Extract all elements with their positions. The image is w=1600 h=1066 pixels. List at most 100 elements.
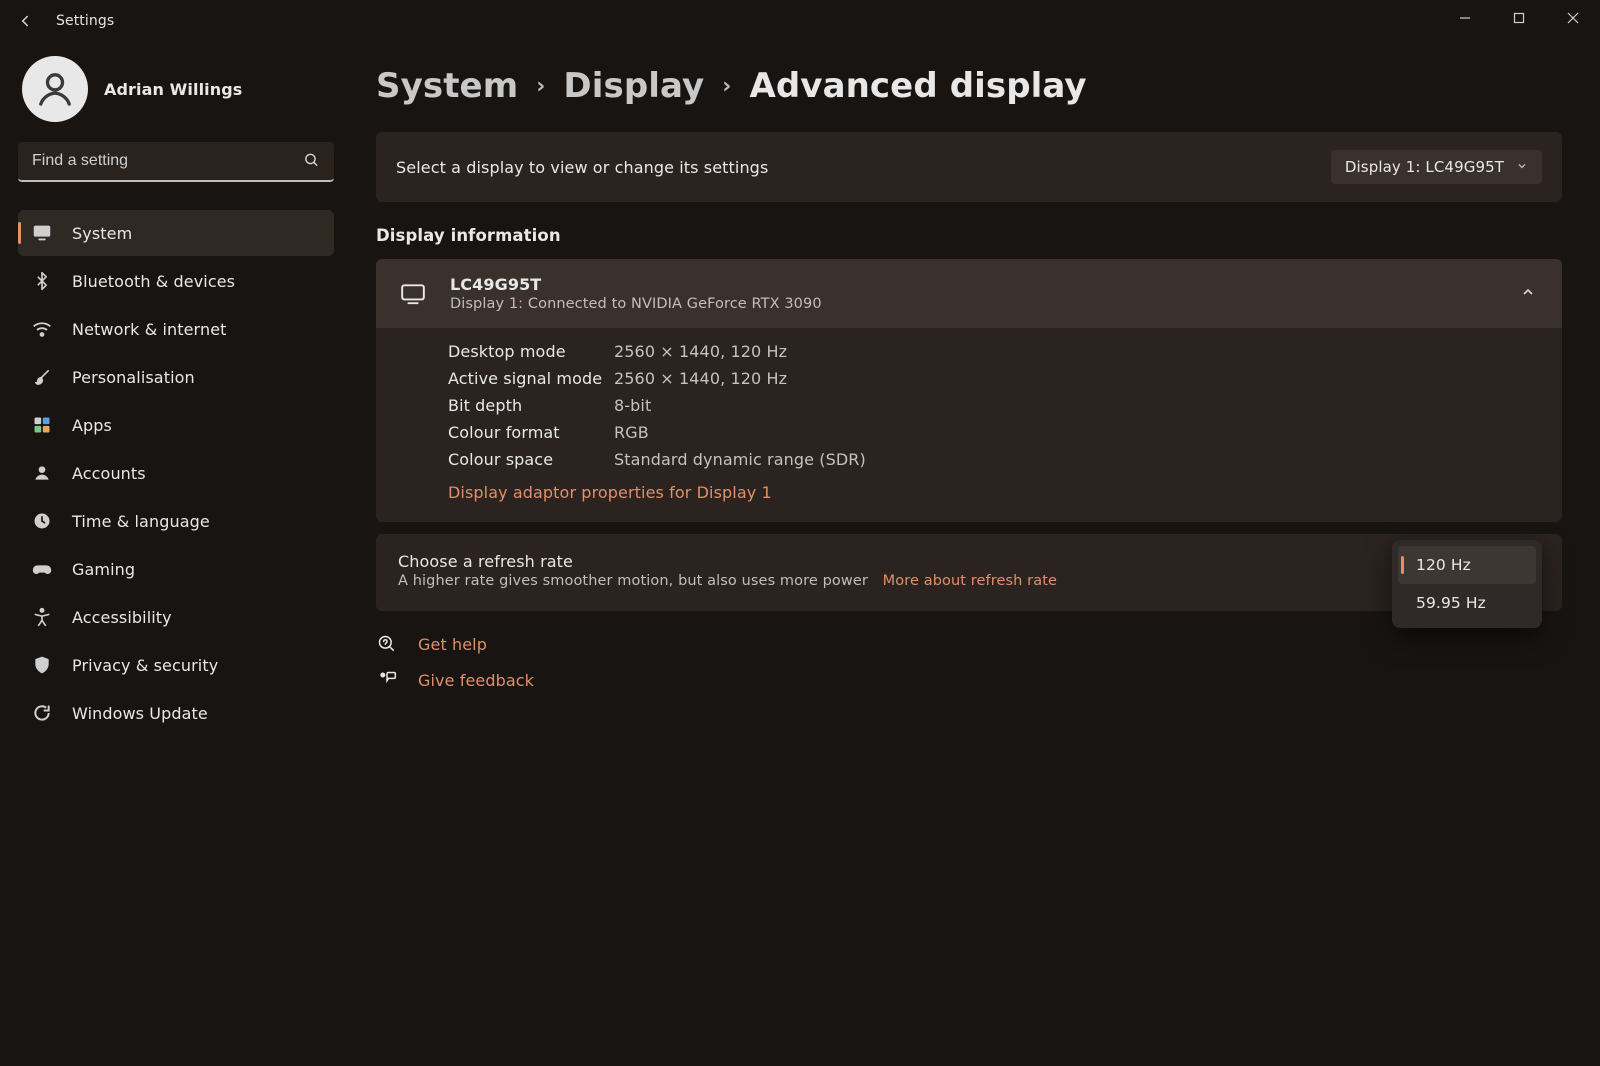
sidebar-item-bluetooth[interactable]: Bluetooth & devices [18, 258, 334, 304]
give-feedback-link[interactable]: Give feedback [418, 671, 534, 690]
accessibility-icon [30, 605, 54, 629]
monitor-icon [30, 221, 54, 245]
sidebar-item-label: Time & language [72, 512, 210, 531]
section-title-display-info: Display information [376, 226, 1562, 245]
info-value: 2560 × 1440, 120 Hz [614, 369, 1540, 388]
adaptor-properties-wrap: Display adaptor properties for Display 1 [376, 477, 1562, 522]
sidebar-item-label: System [72, 224, 132, 243]
sidebar: Adrian Willings System Bluetooth & devic… [0, 42, 352, 1066]
sidebar-item-apps[interactable]: Apps [18, 402, 334, 448]
monitor-subtitle: Display 1: Connected to NVIDIA GeForce R… [450, 296, 822, 312]
footer-links: Get help Give feedback [376, 633, 1562, 691]
person-icon [35, 69, 75, 109]
sidebar-item-label: Windows Update [72, 704, 208, 723]
refresh-option-label: 120 Hz [1416, 556, 1471, 574]
help-icon [376, 633, 398, 655]
display-info-grid: Desktop mode 2560 × 1440, 120 Hz Active … [376, 328, 1562, 477]
minimize-icon [1459, 12, 1471, 24]
sidebar-item-windows-update[interactable]: Windows Update [18, 690, 334, 736]
search-wrap [18, 142, 334, 182]
info-value: Standard dynamic range (SDR) [614, 450, 1540, 469]
refresh-rate-card: Choose a refresh rate A higher rate give… [376, 534, 1562, 611]
gamepad-icon [30, 557, 54, 581]
breadcrumb-part-display[interactable]: Display [563, 66, 704, 106]
refresh-rate-dropdown: 120 Hz 59.95 Hz [1392, 540, 1542, 628]
app-title: Settings [56, 13, 114, 29]
sidebar-item-privacy-security[interactable]: Privacy & security [18, 642, 334, 688]
update-icon [30, 701, 54, 725]
info-label: Bit depth [448, 396, 614, 415]
shield-icon [30, 653, 54, 677]
chevron-down-icon [1516, 158, 1528, 176]
display-select-value: Display 1: LC49G95T [1345, 158, 1504, 176]
sidebar-item-label: Bluetooth & devices [72, 272, 235, 291]
close-button[interactable] [1546, 0, 1600, 36]
close-icon [1567, 12, 1579, 24]
refresh-option-120[interactable]: 120 Hz [1398, 546, 1536, 584]
monitor-name: LC49G95T [450, 275, 822, 294]
sidebar-item-label: Network & internet [72, 320, 227, 339]
profile[interactable]: Adrian Willings [18, 42, 334, 142]
maximize-button[interactable] [1492, 0, 1546, 36]
titlebar: Settings [0, 0, 1600, 42]
refresh-sub-text: A higher rate gives smoother motion, but… [398, 573, 868, 589]
apps-icon [30, 413, 54, 437]
sidebar-item-label: Gaming [72, 560, 135, 579]
give-feedback-row: Give feedback [376, 669, 1562, 691]
info-value: 8-bit [614, 396, 1540, 415]
breadcrumb-current: Advanced display [749, 66, 1086, 106]
bluetooth-icon [30, 269, 54, 293]
adaptor-properties-link[interactable]: Display adaptor properties for Display 1 [448, 483, 772, 502]
refresh-rate-title: Choose a refresh rate [398, 552, 1540, 571]
info-label: Colour format [448, 423, 614, 442]
info-label: Desktop mode [448, 342, 614, 361]
get-help-row: Get help [376, 633, 1562, 655]
accounts-icon [30, 461, 54, 485]
maximize-icon [1513, 12, 1525, 24]
monitor-icon [398, 282, 428, 306]
sidebar-item-label: Accounts [72, 464, 146, 483]
sidebar-item-accounts[interactable]: Accounts [18, 450, 334, 496]
back-button[interactable] [16, 12, 34, 30]
info-label: Colour space [448, 450, 614, 469]
feedback-icon [376, 669, 398, 691]
profile-name: Adrian Willings [104, 80, 242, 99]
sidebar-item-network[interactable]: Network & internet [18, 306, 334, 352]
search-icon [303, 152, 320, 173]
chevron-up-icon [1520, 284, 1536, 304]
info-value: RGB [614, 423, 1540, 442]
content: System › Display › Advanced display Sele… [352, 42, 1600, 1066]
sidebar-item-system[interactable]: System [18, 210, 334, 256]
refresh-rate-help-link[interactable]: More about refresh rate [883, 573, 1057, 589]
sidebar-item-label: Privacy & security [72, 656, 218, 675]
refresh-option-5995[interactable]: 59.95 Hz [1398, 584, 1536, 622]
select-display-panel: Select a display to view or change its s… [376, 132, 1562, 202]
window-controls [1438, 0, 1600, 36]
avatar [22, 56, 88, 122]
sidebar-item-time-language[interactable]: Time & language [18, 498, 334, 544]
sidebar-item-accessibility[interactable]: Accessibility [18, 594, 334, 640]
sidebar-item-label: Apps [72, 416, 112, 435]
breadcrumb: System › Display › Advanced display [376, 66, 1562, 106]
clock-icon [30, 509, 54, 533]
breadcrumb-part-system[interactable]: System [376, 66, 518, 106]
info-label: Active signal mode [448, 369, 614, 388]
display-select[interactable]: Display 1: LC49G95T [1331, 150, 1542, 184]
sidebar-item-gaming[interactable]: Gaming [18, 546, 334, 592]
wifi-icon [30, 317, 54, 341]
display-info-card: LC49G95T Display 1: Connected to NVIDIA … [376, 259, 1562, 522]
sidebar-item-personalisation[interactable]: Personalisation [18, 354, 334, 400]
chevron-right-icon: › [722, 74, 731, 99]
chevron-right-icon: › [536, 74, 545, 99]
select-display-prompt: Select a display to view or change its s… [396, 158, 768, 177]
sidebar-item-label: Personalisation [72, 368, 195, 387]
get-help-link[interactable]: Get help [418, 635, 487, 654]
info-value: 2560 × 1440, 120 Hz [614, 342, 1540, 361]
search-input[interactable] [18, 142, 334, 182]
refresh-option-label: 59.95 Hz [1416, 594, 1486, 612]
refresh-rate-subtitle: A higher rate gives smoother motion, but… [398, 573, 1540, 589]
sidebar-item-label: Accessibility [72, 608, 172, 627]
nav: System Bluetooth & devices Network & int… [18, 210, 334, 736]
minimize-button[interactable] [1438, 0, 1492, 36]
display-info-header[interactable]: LC49G95T Display 1: Connected to NVIDIA … [376, 259, 1562, 328]
